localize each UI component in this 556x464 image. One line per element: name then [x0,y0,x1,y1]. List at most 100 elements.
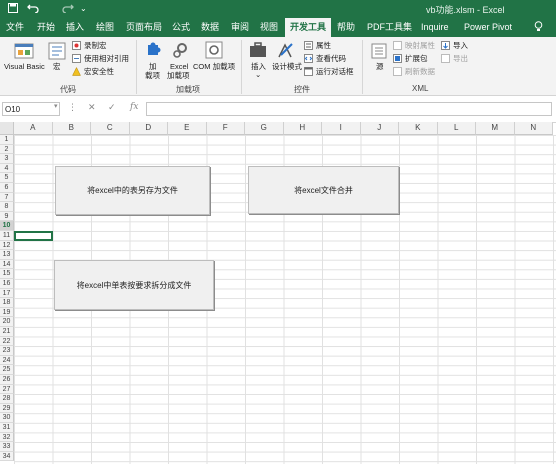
tab-home[interactable]: 开始 [37,21,55,33]
column-header[interactable]: K [399,122,438,135]
run-dialog-button[interactable]: 运行对话框 [316,67,354,76]
active-cell[interactable] [14,231,53,242]
row-header[interactable]: 17 [0,288,14,299]
name-box-dropdown-icon[interactable]: ▾ [54,102,58,110]
window-title: vb功能.xlsm - Excel [426,5,505,15]
row-header[interactable]: 27 [0,384,14,395]
row-header[interactable]: 5 [0,173,14,183]
row-header[interactable]: 3 [0,154,14,164]
use-relative-reference-button[interactable]: 使用相对引用 [84,54,129,63]
refresh-data-button[interactable]: 刷新数据 [405,67,435,76]
tab-review[interactable]: 审阅 [231,21,249,33]
formula-input[interactable] [146,102,552,116]
column-header[interactable]: J [360,122,399,135]
tab-help[interactable]: 帮助 [337,21,355,33]
row-header[interactable]: 18 [0,298,14,308]
design-mode-button[interactable]: 设计模式 [272,62,302,71]
expansion-packs-button[interactable]: 扩展包 [405,54,428,63]
row-header[interactable]: 7 [0,192,14,203]
column-header[interactable]: N [514,122,553,135]
properties-button[interactable]: 属性 [316,41,331,50]
column-header[interactable]: D [129,122,168,135]
row-header[interactable]: 19 [0,307,14,318]
row-header[interactable]: 24 [0,355,14,366]
row-header[interactable]: 29 [0,403,14,414]
redo-icon[interactable] [62,3,74,16]
chevron-down-icon[interactable]: ⌄ [255,70,261,79]
row-header[interactable]: 32 [0,432,14,443]
column-header[interactable]: F [206,122,245,135]
row-header[interactable]: 23 [0,346,14,356]
name-box[interactable]: O10 [2,102,60,116]
tab-data[interactable]: 数据 [201,21,219,33]
row-header[interactable]: 28 [0,394,14,404]
com-addins-button[interactable]: COM 加载项 [193,62,235,71]
row-header[interactable]: 2 [0,144,14,155]
undo-icon[interactable] [27,3,39,16]
column-header[interactable]: E [168,122,207,135]
save-icon[interactable] [8,3,18,16]
visual-basic-button[interactable]: Visual Basic [4,62,45,71]
row-header[interactable]: 9 [0,211,14,222]
row-header[interactable]: 34 [0,451,14,462]
xml-source-button[interactable]: 源 [376,62,384,71]
import-button[interactable]: 导入 [453,41,468,50]
xml-source-icon [371,43,387,61]
tab-insert[interactable]: 插入 [66,21,84,33]
select-all-corner[interactable] [0,122,14,135]
view-code-button[interactable]: 查看代码 [316,54,346,63]
tab-view[interactable]: 视图 [260,21,278,33]
row-header[interactable]: 13 [0,250,14,260]
record-macro-button[interactable]: 录制宏 [84,41,107,50]
tab-inquire[interactable]: Inquire [421,21,449,33]
row-header[interactable]: 26 [0,375,14,385]
split-sheet-button[interactable]: 将excel中单表按要求拆分成文件 [54,260,214,310]
tab-file[interactable]: 文件 [6,21,24,33]
row-header[interactable]: 10 [0,221,14,231]
tab-draw[interactable]: 绘图 [96,21,114,33]
row-header[interactable]: 30 [0,413,14,423]
tab-power-pivot[interactable]: Power Pivot [464,21,512,33]
insert-function-icon[interactable]: fx [130,102,138,112]
enter-icon[interactable]: ✓ [108,102,116,113]
customize-toolbar-icon[interactable]: ⌄ [80,3,87,15]
row-header[interactable]: 6 [0,183,14,193]
cancel-icon[interactable]: ✕ [88,102,96,113]
row-header[interactable]: 16 [0,279,14,289]
column-header[interactable]: H [283,122,322,135]
excel-addins-button[interactable]: Excel [170,62,188,71]
row-header[interactable]: 25 [0,365,14,375]
column-header[interactable]: I [322,122,361,135]
row-header[interactable]: 15 [0,269,14,279]
row-header[interactable]: 33 [0,442,14,452]
tab-pdf-tools[interactable]: PDF工具集 [367,21,412,33]
row-header[interactable]: 4 [0,163,14,174]
row-header[interactable]: 31 [0,423,14,433]
column-header[interactable]: C [91,122,130,135]
row-header[interactable]: 14 [0,259,14,270]
column-header[interactable]: A [14,122,53,135]
row-header[interactable]: 8 [0,202,14,212]
column-header[interactable]: M [476,122,515,135]
add-ins-button[interactable]: 加 [149,62,157,71]
tab-developer[interactable]: 开发工具 [285,18,332,37]
lightbulb-icon[interactable] [534,21,543,35]
column-header[interactable]: L [437,122,476,135]
column-header[interactable]: G [245,122,284,135]
row-header[interactable]: 11 [0,231,14,241]
macro-security-button[interactable]: 宏安全性 [84,67,114,76]
title-bar: ⌄ vb功能.xlsm - Excel [0,0,556,18]
map-properties-button[interactable]: 映射属性 [405,41,435,50]
export-button[interactable]: 导出 [453,54,468,63]
row-header[interactable]: 1 [0,135,14,145]
save-sheet-as-file-button[interactable]: 将excel中的表另存为文件 [55,166,210,215]
column-header[interactable]: B [52,122,91,135]
merge-files-button[interactable]: 将excel文件合并 [248,166,399,214]
row-header[interactable]: 22 [0,336,14,347]
macros-button[interactable]: 宏 [53,62,61,71]
row-header[interactable]: 20 [0,317,14,327]
row-header[interactable]: 12 [0,240,14,251]
row-header[interactable]: 21 [0,327,14,337]
tab-formulas[interactable]: 公式 [172,21,190,33]
tab-page-layout[interactable]: 页面布局 [126,21,162,33]
